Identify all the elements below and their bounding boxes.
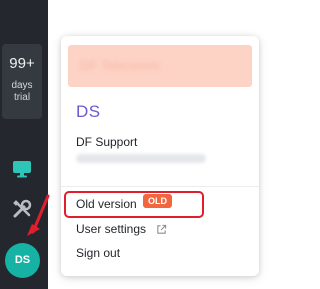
- user-email-redacted: [76, 154, 206, 163]
- menu-item-user-settings[interactable]: User settings: [76, 222, 146, 236]
- user-initials: DS: [76, 102, 101, 121]
- menu-item-sign-out[interactable]: Sign out: [76, 246, 120, 260]
- monitor-icon[interactable]: [12, 160, 32, 178]
- screen: 99+ days trial DS DF Telecomm DS DF Supp…: [0, 0, 286, 289]
- sidebar: 99+ days trial DS: [0, 0, 48, 289]
- old-badge: OLD: [143, 194, 172, 208]
- user-name: DF Support: [76, 135, 138, 149]
- external-link-icon: [157, 224, 167, 234]
- trial-label: trial: [13, 92, 31, 103]
- user-menu: DF Telecomm DS DF Support Old version OL…: [61, 36, 259, 276]
- organization-banner: DF Telecomm: [68, 45, 252, 87]
- tools-icon[interactable]: [12, 199, 32, 219]
- menu-divider: [61, 186, 259, 187]
- organization-name: DF Telecomm: [80, 58, 160, 73]
- trial-badge[interactable]: 99+ days trial: [2, 44, 42, 119]
- trial-count: 99+: [9, 55, 35, 72]
- avatar[interactable]: DS: [5, 243, 40, 278]
- menu-item-old-version[interactable]: Old version: [76, 197, 137, 211]
- trial-days-label: days: [11, 80, 33, 91]
